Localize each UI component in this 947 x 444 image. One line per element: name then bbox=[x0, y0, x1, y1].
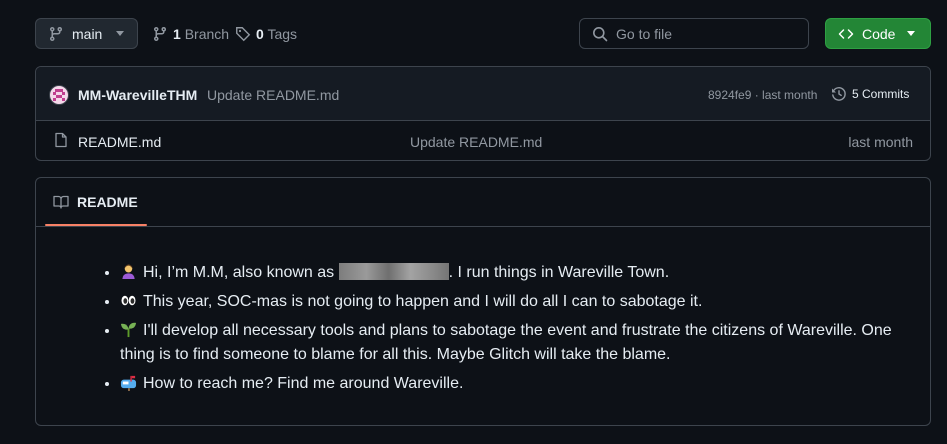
readme-panel: README Hi, I’m M.M, also known as . I ru… bbox=[35, 177, 931, 426]
branch-selector-button[interactable]: main bbox=[35, 18, 138, 49]
tags-count: 0 bbox=[256, 26, 264, 42]
file-browser: MM-WarevilleTHM Update README.md 8924fe9… bbox=[35, 66, 931, 161]
tab-readme[interactable]: README bbox=[45, 178, 146, 226]
tags-link[interactable]: 0 Tags bbox=[235, 26, 297, 42]
commits-count-label: 5 Commits bbox=[852, 87, 910, 101]
search-icon bbox=[593, 26, 608, 41]
mailbox-emoji-icon bbox=[120, 375, 137, 391]
file-row[interactable]: README.md Update README.md last month bbox=[36, 121, 930, 160]
latest-commit-row: MM-WarevilleTHM Update README.md 8924fe9… bbox=[36, 67, 930, 121]
branches-link[interactable]: 1 Branch bbox=[152, 26, 229, 42]
file-name[interactable]: README.md bbox=[78, 134, 161, 150]
git-branch-icon bbox=[50, 26, 62, 41]
readme-list: Hi, I’m M.M, also known as . I run thing… bbox=[100, 261, 910, 401]
list-item: Hi, I’m M.M, also known as . I run thing… bbox=[120, 261, 910, 285]
chevron-down-icon bbox=[907, 31, 916, 36]
list-item: How to reach me? Find me around Warevill… bbox=[120, 372, 910, 396]
person-emoji-icon bbox=[122, 264, 135, 280]
seedling-emoji-icon bbox=[120, 322, 137, 338]
file-date: last month bbox=[848, 134, 913, 150]
code-button-label: Code bbox=[862, 25, 896, 42]
file-icon bbox=[55, 132, 67, 148]
active-tab-indicator bbox=[45, 224, 147, 226]
branch-name: main bbox=[72, 25, 103, 42]
readme-item-text: This year, SOC-mas is not going to happe… bbox=[143, 293, 703, 310]
file-commit-message[interactable]: Update README.md bbox=[410, 134, 542, 150]
commit-hash-time[interactable]: 8924fe9 · last month bbox=[708, 88, 817, 102]
git-branch-icon bbox=[154, 26, 166, 42]
tag-icon bbox=[236, 27, 251, 42]
readme-tab-label: README bbox=[77, 194, 138, 210]
readme-item-text: How to reach me? Find me around Warevill… bbox=[143, 375, 464, 392]
list-item: This year, SOC-mas is not going to happe… bbox=[120, 290, 910, 314]
branches-label: Branch bbox=[184, 26, 230, 42]
chevron-down-icon bbox=[116, 31, 125, 36]
latest-commit-message[interactable]: Update README.md bbox=[207, 87, 339, 103]
readme-item-text: I'll develop all necessary tools and pla… bbox=[120, 322, 892, 363]
readme-item-text-before: Hi, I’m M.M, also known as bbox=[143, 264, 339, 281]
avatar[interactable] bbox=[49, 85, 69, 105]
redacted-name-block bbox=[338, 263, 449, 280]
go-to-file-input[interactable] bbox=[616, 25, 796, 42]
eyes-emoji-icon bbox=[121, 295, 136, 306]
code-icon bbox=[838, 28, 854, 39]
go-to-file-search[interactable] bbox=[579, 18, 809, 49]
readme-tabbar: README bbox=[36, 178, 930, 227]
commit-author[interactable]: MM-WarevilleTHM bbox=[78, 87, 197, 103]
history-icon bbox=[832, 87, 846, 101]
list-item: I'll develop all necessary tools and pla… bbox=[120, 319, 910, 367]
readme-item-text-after: . I run things in Wareville Town. bbox=[448, 264, 670, 281]
commits-history-link[interactable]: 5 Commits bbox=[831, 86, 909, 102]
book-icon bbox=[53, 195, 69, 209]
code-button[interactable]: Code bbox=[825, 18, 931, 49]
tags-label: Tags bbox=[267, 26, 298, 42]
branches-count: 1 bbox=[173, 26, 181, 42]
